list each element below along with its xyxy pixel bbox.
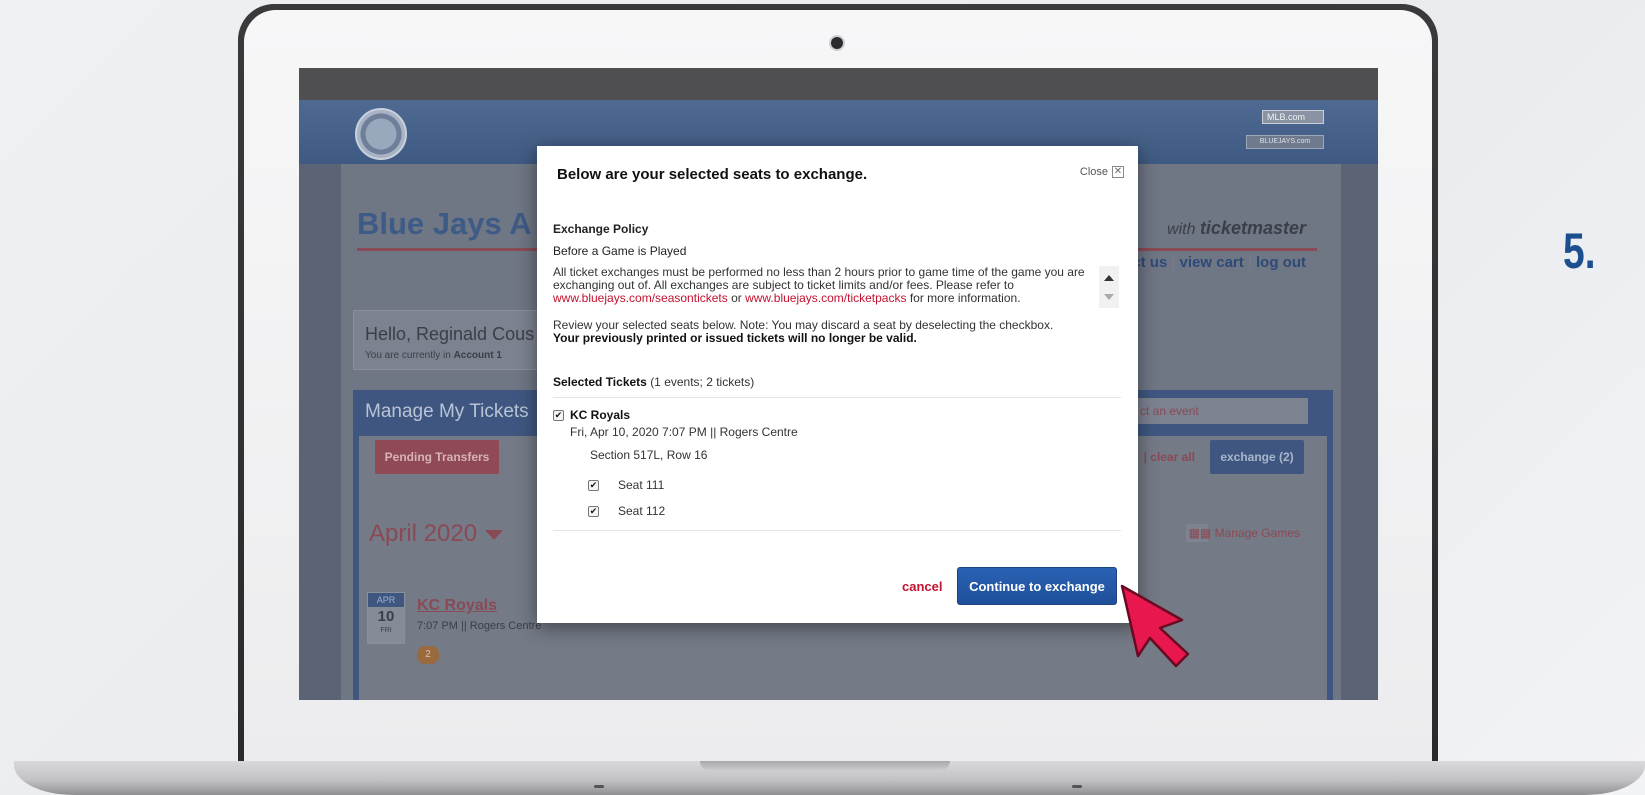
close-button[interactable]: Close ✕: [1079, 166, 1124, 179]
cancel-button[interactable]: cancel: [902, 579, 942, 594]
seat-checkbox[interactable]: ✔: [588, 506, 599, 517]
ticket-count-badge: 2: [417, 646, 439, 664]
account-context: You are currently in Account 1: [365, 350, 502, 361]
policy-subheading: Before a Game is Played: [553, 244, 687, 258]
ticketmaster-brand: ticketmaster: [1199, 218, 1306, 238]
section-row: Section 517L, Row 16: [590, 448, 708, 462]
step-number: 5.: [1563, 223, 1596, 279]
clear-all-link[interactable]: | clear all: [1144, 450, 1195, 464]
policy-text-part: for more information.: [906, 291, 1021, 305]
divider: [553, 530, 1121, 531]
policy-text: All ticket exchanges must be performed n…: [553, 266, 1091, 305]
link-separator: |: [1247, 254, 1252, 271]
event-meta: 7:07 PM || Rogers Centre: [417, 620, 542, 632]
scroll-up-arrow-icon[interactable]: [1104, 275, 1114, 281]
pending-transfers-button[interactable]: Pending Transfers: [375, 440, 499, 474]
exchange-modal: Below are your selected seats to exchang…: [537, 146, 1138, 623]
review-text: Review your selected seats below. Note: …: [553, 318, 1054, 332]
seat-label: Seat 112: [618, 504, 666, 518]
bluejays-badge[interactable]: BLUEJAYS.com: [1246, 135, 1324, 149]
policy-text-part: All ticket exchanges must be performed n…: [553, 265, 1085, 292]
account-name[interactable]: Account 1: [454, 350, 502, 361]
greeting-name: Hello, Reginald Cous: [365, 324, 535, 344]
manage-tickets-title: Manage My Tickets: [365, 401, 529, 422]
seat-label: Seat 111: [618, 478, 665, 492]
view-cart-link[interactable]: view cart: [1180, 254, 1244, 271]
exchange-button[interactable]: exchange (2): [1210, 440, 1304, 474]
grid-icon: ▦▦: [1188, 526, 1212, 540]
with-label: with: [1167, 221, 1196, 238]
ticketmaster-logo: with ticketmaster: [1167, 218, 1306, 239]
event-day: 10: [377, 608, 395, 625]
account-context-prefix: You are currently in: [365, 350, 451, 361]
mlb-badge[interactable]: MLB.com: [1262, 110, 1324, 124]
review-warning: Your previously printed or issued ticket…: [553, 331, 917, 345]
scroll-down-arrow-icon[interactable]: [1104, 294, 1114, 300]
laptop-hinge-notch: [700, 761, 950, 770]
continue-to-exchange-button[interactable]: Continue to exchange: [957, 567, 1117, 605]
close-x-icon: ✕: [1112, 166, 1124, 179]
ticket-packs-link[interactable]: www.bluejays.com/ticketpacks: [745, 291, 906, 305]
event-date-badge: APR 10 FRI: [367, 592, 405, 644]
event-weekday: FRI: [380, 627, 392, 634]
policy-scrollbar[interactable]: [1099, 266, 1119, 308]
month-selector[interactable]: April 2020: [369, 520, 504, 548]
season-tickets-link[interactable]: www.bluejays.com/seasontickets: [553, 291, 728, 305]
close-label: Close: [1079, 166, 1108, 178]
modal-event-title: KC Royals: [570, 408, 631, 422]
camera-icon: [831, 37, 843, 49]
log-out-link[interactable]: log out: [1256, 254, 1306, 271]
manage-games-link[interactable]: ▦▦ Manage Games: [1189, 526, 1300, 540]
blue-jays-logo[interactable]: [355, 108, 407, 160]
seat-checkbox[interactable]: ✔: [588, 480, 599, 491]
link-separator: |: [1171, 254, 1176, 271]
event-name-link[interactable]: KC Royals: [417, 597, 497, 615]
laptop-foot: [1072, 785, 1082, 788]
page-title: Blue Jays A: [357, 206, 532, 241]
divider: [553, 397, 1121, 398]
event-checkbox[interactable]: ✔: [553, 410, 564, 421]
selected-tickets-label: Selected Tickets: [553, 375, 647, 389]
modal-event-date: Fri, Apr 10, 2020 7:07 PM || Rogers Cent…: [570, 425, 798, 439]
mouse-cursor-icon: [1120, 584, 1190, 668]
month-label: April 2020: [369, 520, 478, 547]
policy-heading: Exchange Policy: [553, 222, 649, 236]
review-instructions: Review your selected seats below. Note: …: [553, 319, 1113, 345]
manage-games-label: Manage Games: [1214, 526, 1300, 540]
browser-bar: [299, 68, 1378, 100]
chevron-down-icon: [485, 529, 504, 540]
laptop-foot: [594, 785, 604, 788]
event-month: APR: [368, 593, 404, 607]
policy-text-part: or: [727, 291, 746, 305]
selected-tickets-heading: Selected Tickets (1 events; 2 tickets): [553, 375, 754, 389]
selected-tickets-summary: (1 events; 2 tickets): [650, 375, 755, 389]
modal-title: Below are your selected seats to exchang…: [557, 166, 868, 183]
top-links: tact us | view cart | log out: [1119, 254, 1306, 271]
event-select-dropdown[interactable]: ct an event: [1128, 398, 1308, 424]
